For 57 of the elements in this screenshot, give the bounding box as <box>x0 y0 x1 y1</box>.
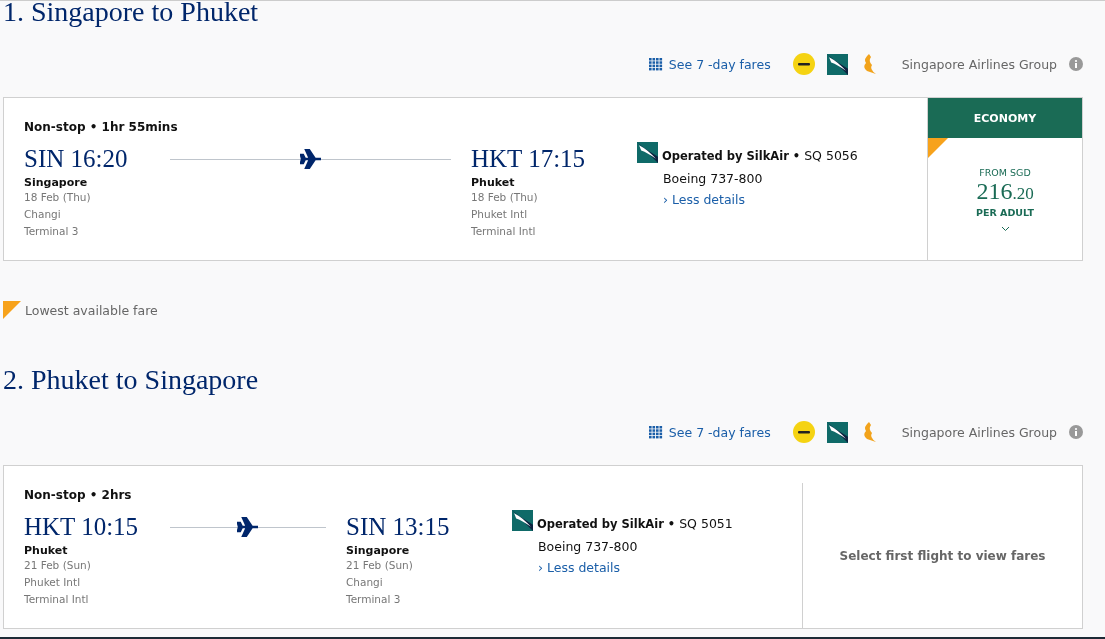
airport-name: Phuket Intl <box>471 207 529 222</box>
aircraft-type: Boeing 737-800 <box>663 171 764 186</box>
bird-logo-icon <box>826 421 848 443</box>
plane-icon <box>299 149 322 169</box>
less-details-link[interactable]: › Less details <box>663 192 927 207</box>
airport-time: HKT 17:15 <box>471 144 587 174</box>
flight-date: 18 Feb (Thu) <box>24 190 92 205</box>
flight-date: 18 Feb (Thu) <box>471 190 539 205</box>
fare-price: 216.20 <box>976 178 1034 206</box>
airline-group-label: Singapore Airlines Group <box>901 424 1057 440</box>
lowest-fare-marker <box>3 301 21 319</box>
bird-logo-icon <box>637 142 658 163</box>
airport-name: Phuket Intl <box>24 575 82 590</box>
terminal-name: Terminal Intl <box>24 592 90 607</box>
bird-logo-icon <box>826 53 848 75</box>
legend-label: Lowest available fare <box>25 302 158 318</box>
airport-name: Changi <box>24 207 62 222</box>
flight-number: SQ 5051 <box>679 516 733 531</box>
section-title: 1. Singapore to Phuket <box>3 1 260 29</box>
flight-number: SQ 5056 <box>804 148 858 163</box>
city-name: Phuket <box>24 544 69 557</box>
flight-date: 21 Feb (Sun) <box>24 558 92 573</box>
aircraft-type: Boeing 737-800 <box>538 539 639 554</box>
airport-time: HKT 10:15 <box>24 512 140 542</box>
info-icon[interactable] <box>1069 57 1083 71</box>
airport-name: Changi <box>346 575 384 590</box>
airport-time: SIN 16:20 <box>24 144 129 174</box>
flight-date: 21 Feb (Sun) <box>346 558 414 573</box>
terminal-name: Terminal 3 <box>346 592 402 607</box>
flight-summary: Non-stop • 2hrs <box>24 488 133 502</box>
airport-time: SIN 13:15 <box>346 512 451 542</box>
terminal-name: Terminal Intl <box>471 224 537 239</box>
chevron-down-icon[interactable] <box>1000 226 1010 232</box>
operator-label: Operated by SilkAir • <box>662 149 801 163</box>
seven-day-fares-link[interactable]: See 7 -day fares <box>648 424 771 440</box>
calendar-icon <box>648 57 663 71</box>
terminal-name: Terminal 3 <box>24 224 80 239</box>
scoot-logo-icon <box>792 53 815 75</box>
fare-panel[interactable]: ECONOMY FROM SGD 216.20 PER ADULT <box>927 98 1082 260</box>
city-name: Phuket <box>471 176 516 189</box>
flight-summary: Non-stop • 1hr 55mins <box>24 120 179 134</box>
calendar-icon <box>648 425 663 439</box>
plane-icon <box>237 517 259 537</box>
city-name: Singapore <box>24 176 89 189</box>
scoot-logo-icon <box>792 421 815 443</box>
seven-day-fares-link[interactable]: See 7 -day fares <box>648 56 771 72</box>
airline-group-label: Singapore Airlines Group <box>901 56 1057 72</box>
operator-label: Operated by SilkAir • <box>537 517 676 531</box>
info-icon[interactable] <box>1069 425 1083 439</box>
bird-logo-icon <box>512 510 533 531</box>
city-name: Singapore <box>346 544 411 557</box>
fare-unit: PER ADULT <box>976 207 1034 218</box>
cabin-header: ECONOMY <box>928 98 1082 138</box>
less-details-link[interactable]: › Less details <box>538 560 802 575</box>
fare-label: FROM SGD <box>979 167 1031 178</box>
fare-message: Select first flight to view fares <box>802 483 1082 628</box>
section-title: 2. Phuket to Singapore <box>3 363 260 397</box>
